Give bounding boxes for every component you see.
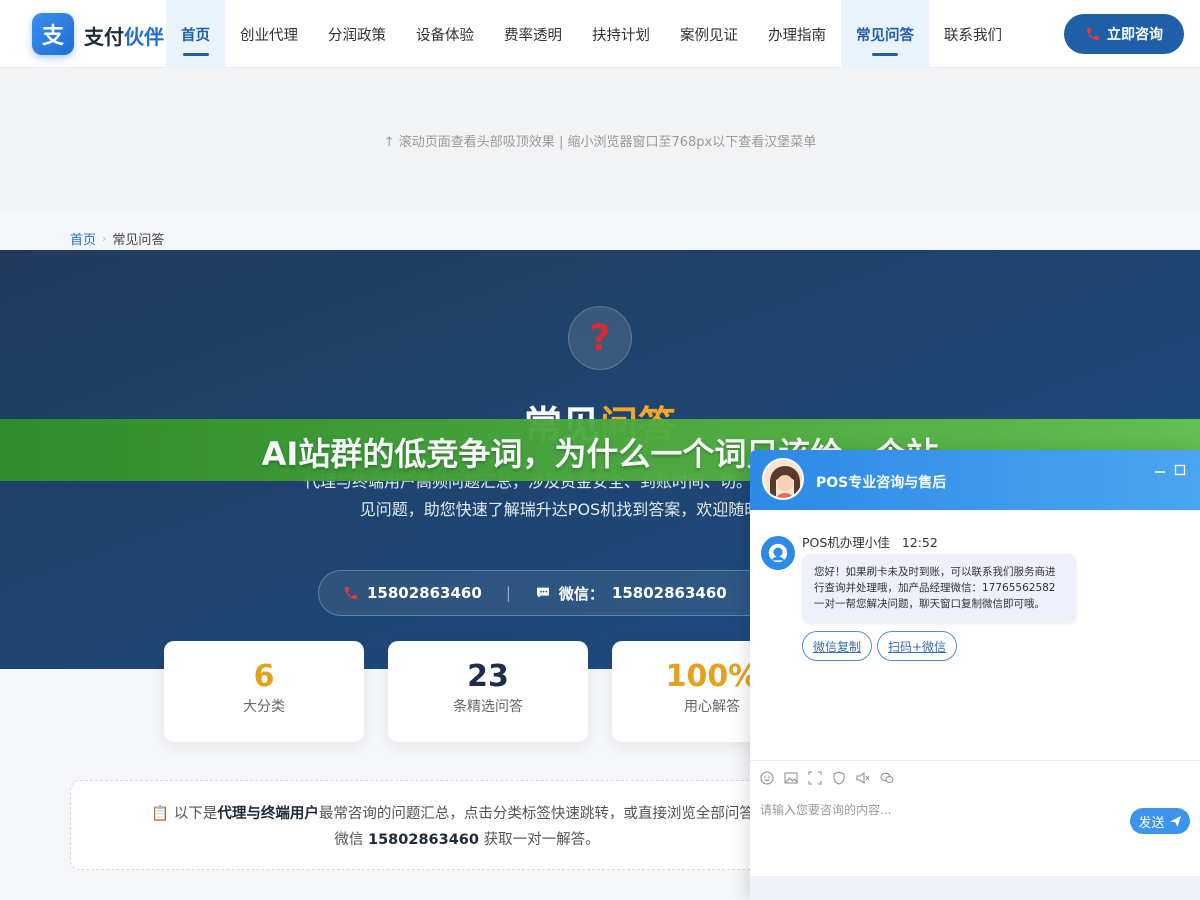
notice-body: 最常咨询的问题汇总，点击分类标签快速跳转，或直接浏览全部问答。如 (318, 806, 783, 822)
stat-value: 6 (253, 659, 275, 694)
service-agent-icon (768, 543, 788, 563)
notice-line2-suffix: 获取一对一解答。 (478, 832, 600, 848)
nav-item-cases[interactable]: 案例见证 (665, 0, 753, 68)
notice-text: 📋 以下是代理与终端用户最常咨询的问题汇总，点击分类标签快速跳转，或直接浏览全部… (97, 801, 837, 853)
main-nav: 首页 创业代理 分润政策 设备体验 费率透明 扶持计划 案例见证 办理指南 常见… (166, 0, 1017, 68)
demo-tip-text: ↑ 滚动页面查看头部吸顶效果 | 缩小浏览器窗口至768px以下查看汉堡菜单 (383, 135, 817, 150)
stat-card-questions: 23 条精选问答 (388, 641, 588, 742)
contact-wechat-label: 微信： (558, 584, 604, 603)
sender-name: POS机办理小佳 (802, 535, 890, 550)
wechat-icon[interactable] (880, 771, 894, 785)
emoji-icon[interactable] (760, 771, 774, 785)
screenshot-icon[interactable] (808, 771, 822, 785)
message-bubble: 您好！如果刷卡未及时到账，可以联系我们服务商进行查询并处理哦，加产品经理微信：1… (802, 554, 1076, 622)
maximize-icon[interactable] (1174, 464, 1186, 476)
stat-value: 23 (467, 659, 509, 694)
phone-icon (345, 587, 357, 599)
nav-item-rates[interactable]: 费率透明 (489, 0, 577, 68)
breadcrumb-home[interactable]: 首页 (70, 229, 96, 248)
chat-title: POS专业咨询与售后 (816, 475, 947, 491)
agent-avatar (762, 458, 804, 500)
service-avatar (761, 536, 795, 570)
logo-text-main: 支付 (84, 25, 124, 49)
consult-button-label: 立即咨询 (1107, 27, 1163, 43)
nav-item-startup-agent[interactable]: 创业代理 (225, 0, 313, 68)
chat-footer (750, 876, 1200, 900)
phone-icon (1087, 28, 1099, 40)
nav-item-guide[interactable]: 办理指南 (753, 0, 841, 68)
contact-wechat[interactable]: 15802863460 (612, 584, 727, 602)
chat-toolbar (760, 771, 894, 785)
chat-header: POS专业咨询与售后 (750, 450, 1200, 510)
notice-line2-prefix: 微信 (334, 832, 368, 848)
nav-item-device-trial[interactable]: 设备体验 (401, 0, 489, 68)
nav-item-support-plan[interactable]: 扶持计划 (577, 0, 665, 68)
minimize-icon[interactable] (1154, 464, 1166, 476)
nav-item-contact[interactable]: 联系我们 (929, 0, 1017, 68)
sound-icon[interactable] (856, 771, 870, 785)
logo-icon[interactable]: 支 (32, 13, 74, 55)
site-header: 支 支付伙伴 首页 创业代理 分润政策 设备体验 费率透明 扶持计划 案例见证 … (0, 0, 1200, 68)
send-icon (1169, 815, 1181, 827)
message-meta: POS机办理小佳 12:52 (802, 532, 938, 551)
nav-item-home[interactable]: 首页 (166, 0, 225, 68)
evaluate-icon[interactable] (832, 771, 846, 785)
stat-label: 大分类 (243, 699, 285, 715)
question-mark-icon: ? (568, 306, 632, 370)
copy-wechat-button[interactable]: 微信复制 (802, 631, 873, 661)
breadcrumb-current: 常见问答 (112, 233, 165, 248)
notice-prefix: 以下是 (173, 806, 218, 822)
nav-item-faq[interactable]: 常见问答 (841, 0, 929, 68)
chat-input[interactable]: 请输入您要咨询的内容... (760, 801, 891, 818)
image-icon[interactable] (784, 771, 798, 785)
chat-widget: POS专业咨询与售后 POS机办理小佳 12:52 您好！如果刷卡未及时到账，可以… (750, 450, 1200, 900)
message-time: 12:52 (901, 535, 938, 550)
send-button-label: 发送 (1138, 815, 1165, 831)
logo-text[interactable]: 支付伙伴 (84, 21, 164, 50)
notice-wechat: 15802863460 (368, 832, 479, 848)
notice-bold: 代理与终端用户 (217, 806, 319, 822)
wechat-chat-icon (536, 587, 549, 598)
consult-button[interactable]: 立即咨询 (1064, 14, 1184, 54)
demo-tip-area: ↑ 滚动页面查看头部吸顶效果 | 缩小浏览器窗口至768px以下查看汉堡菜单 (0, 69, 1200, 210)
nav-item-profit-policy[interactable]: 分润政策 (313, 0, 401, 68)
stat-label: 条精选问答 (453, 699, 523, 715)
agent-avatar-illustration (764, 460, 802, 498)
faq-notice: 📋 以下是代理与终端用户最常咨询的问题汇总，点击分类标签快速跳转，或直接浏览全部… (70, 780, 830, 870)
clipboard-icon: 📋 (151, 806, 170, 822)
breadcrumb-separator: › (102, 232, 107, 245)
send-button[interactable]: 发送 (1130, 808, 1190, 834)
contact-divider: | (505, 584, 511, 602)
stat-card-categories: 6 大分类 (164, 641, 364, 742)
breadcrumb: 首页 › 常见问答 (70, 229, 164, 248)
scan-wechat-button[interactable]: 扫码+微信 (877, 631, 958, 661)
logo-text-accent: 伙伴 (124, 25, 164, 49)
contact-phone[interactable]: 15802863460 (367, 584, 482, 602)
